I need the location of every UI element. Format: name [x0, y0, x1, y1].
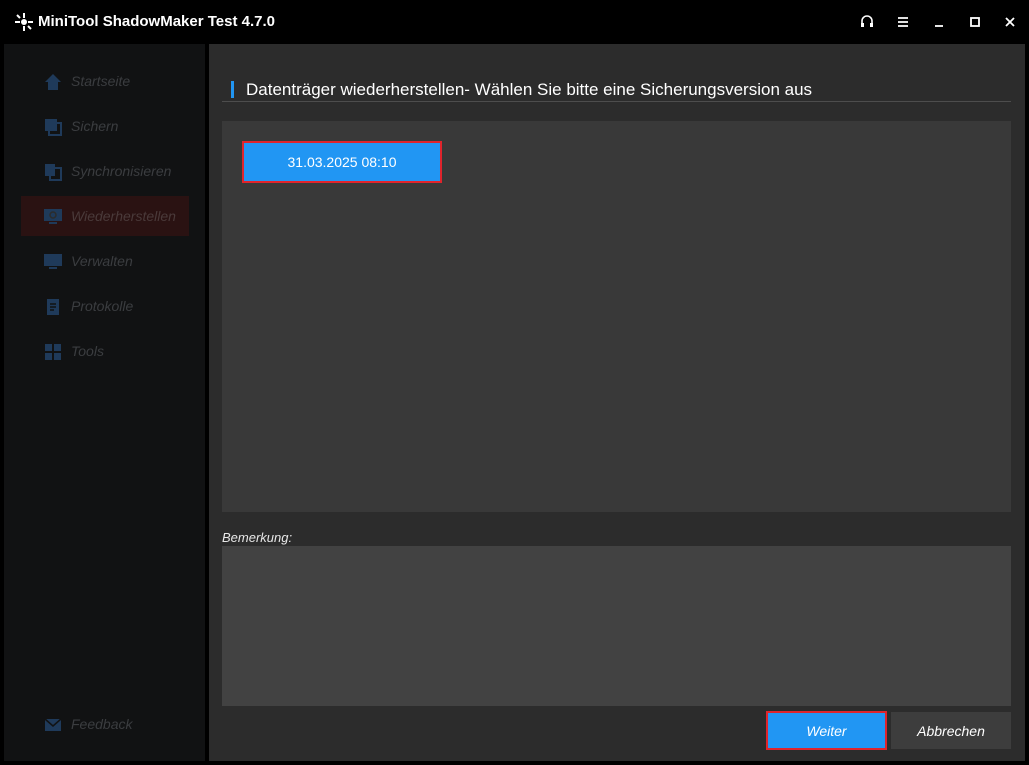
sidebar-item-synchronisieren[interactable]: Synchronisieren	[21, 151, 189, 191]
sidebar-item-label: Wiederherstellen	[71, 208, 176, 224]
sidebar-item-label: Protokolle	[71, 298, 134, 314]
next-button[interactable]: Weiter	[766, 711, 887, 750]
version-item[interactable]: 31.03.2025 08:10	[242, 141, 442, 183]
tools-icon	[45, 344, 61, 360]
maximize-icon[interactable]	[966, 13, 984, 31]
sidebar-item-wiederherstellen[interactable]: Wiederherstellen	[21, 196, 189, 236]
backup-icon	[45, 119, 62, 136]
manage-icon	[44, 254, 62, 269]
remark-label: Bemerkung:	[222, 530, 293, 545]
sidebar-item-label: Verwalten	[71, 253, 133, 269]
page-title: Datenträger wiederherstellen- Wählen Sie…	[246, 80, 813, 99]
window-frame	[0, 761, 1029, 765]
heading-divider	[222, 101, 1011, 102]
app-logo-icon	[15, 13, 33, 31]
sync-icon	[45, 164, 62, 181]
sidebar: Startseite Sichern Synchronisieren Wiede…	[4, 44, 205, 761]
minimize-icon[interactable]	[930, 13, 948, 31]
sidebar-item-label: Sichern	[71, 118, 119, 134]
version-list: 31.03.2025 08:10	[222, 121, 1011, 512]
logs-icon	[47, 299, 59, 315]
sidebar-item-label: Tools	[71, 343, 104, 359]
remark-field[interactable]	[222, 546, 1011, 706]
main-panel: Datenträger wiederherstellen- Wählen Sie…	[209, 44, 1025, 761]
heading-accent	[231, 81, 234, 98]
sidebar-item-verwalten[interactable]: Verwalten	[21, 241, 189, 281]
sidebar-item-startseite[interactable]: Startseite	[21, 61, 189, 101]
title-bar: MiniTool ShadowMaker Test 4.7.0	[0, 0, 1029, 44]
sidebar-item-label: Synchronisieren	[71, 163, 172, 179]
home-icon	[45, 74, 61, 90]
close-icon[interactable]	[1001, 13, 1019, 31]
sidebar-item-tools[interactable]: Tools	[21, 331, 189, 371]
restore-icon	[44, 209, 62, 224]
mail-icon	[44, 718, 62, 731]
window-frame	[1025, 44, 1029, 765]
window-title: MiniTool ShadowMaker Test 4.7.0	[38, 13, 275, 30]
feedback-link[interactable]: Feedback	[21, 704, 189, 744]
sidebar-item-label: Startseite	[71, 73, 131, 89]
sidebar-item-sichern[interactable]: Sichern	[21, 106, 189, 146]
sidebar-item-protokolle[interactable]: Protokolle	[21, 286, 189, 326]
menu-icon[interactable]	[894, 13, 912, 31]
cancel-button[interactable]: Abbrechen	[891, 712, 1011, 749]
headset-icon[interactable]	[858, 13, 876, 31]
feedback-label: Feedback	[71, 716, 133, 732]
